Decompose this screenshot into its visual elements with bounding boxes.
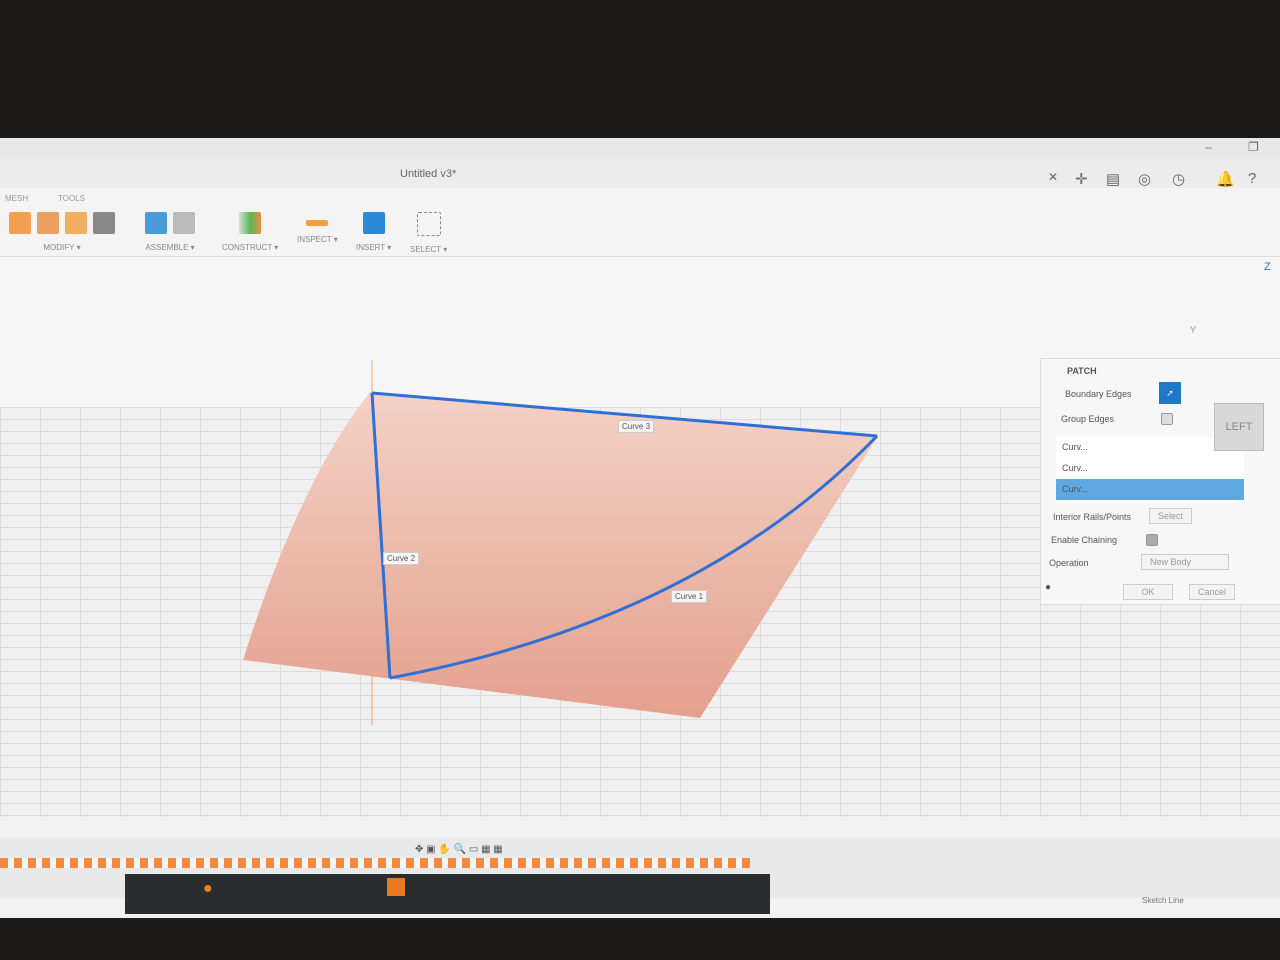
interior-select-button[interactable]: Select: [1149, 508, 1193, 524]
patch-surface[interactable]: [243, 392, 878, 718]
tab-mesh[interactable]: MESH: [5, 194, 28, 203]
minimize-button[interactable]: –: [1205, 140, 1212, 154]
chaining-label: Enable Chaining: [1051, 535, 1118, 545]
comments-icon[interactable]: ▤: [1106, 170, 1120, 188]
sync-icon[interactable]: ◎: [1138, 170, 1151, 188]
view-cube[interactable]: LEFT: [1214, 403, 1264, 451]
select-group[interactable]: SELECT ▾: [410, 212, 447, 254]
y-axis-label: Y: [1190, 325, 1197, 335]
document-title: Untitled v3*: [400, 168, 457, 180]
fusion-taskbar-icon[interactable]: [387, 878, 405, 896]
close-tab-icon[interactable]: ✕: [1048, 170, 1058, 184]
cancel-button[interactable]: Cancel: [1189, 584, 1236, 600]
modify-group[interactable]: MODIFY ▾: [6, 212, 118, 252]
info-icon[interactable]: ●: [1045, 582, 1051, 593]
operation-dropdown[interactable]: New Body: [1141, 554, 1229, 570]
construct-group[interactable]: CONSTRUCT ▾: [222, 212, 278, 252]
select-box-icon: [416, 212, 441, 236]
windows-taskbar: ●: [125, 874, 770, 914]
help-icon[interactable]: ?: [1248, 170, 1256, 187]
assemble-group[interactable]: ASSEMBLE ▾: [142, 212, 198, 252]
fusion-window: – ❐ Untitled v3* ✕ ✛ ▤ ◎ ◷ 🔔 ? MESH TOOL…: [0, 138, 1280, 918]
operation-label: Operation: [1049, 558, 1089, 568]
tab-tools[interactable]: TOOLS: [58, 194, 85, 203]
group-edges-label: Group Edges: [1061, 414, 1115, 424]
image-icon: [362, 212, 385, 234]
title-bar: Untitled v3* ✕ ✛ ▤ ◎ ◷ 🔔 ?: [0, 158, 1280, 188]
list-item[interactable]: Curv...: [1056, 458, 1244, 479]
curve-3-label: Curve 3: [618, 420, 655, 433]
measure-icon: [306, 220, 329, 226]
maximize-button[interactable]: ❐: [1248, 140, 1259, 154]
boundary-edges-label: Boundary Edges: [1065, 389, 1132, 399]
ok-button[interactable]: OK: [1123, 584, 1173, 600]
window-bar: – ❐: [0, 138, 1280, 158]
timeline-features[interactable]: [0, 858, 750, 868]
patch-dialog: PATCH Boundary Edges ➚ Group Edges Curv.…: [1040, 358, 1280, 605]
model-svg: [243, 360, 879, 725]
inspect-group[interactable]: INSPECT ▾: [297, 212, 338, 244]
status-text: Sketch Line: [1142, 896, 1184, 905]
group-edges-checkbox[interactable]: [1161, 413, 1173, 425]
curve-1-label: Curve 1: [671, 590, 708, 603]
toolbar-ribbon: MESH TOOLS MODIFY ▾ ASSEMBLE ▾ CONSTRUCT…: [0, 188, 1280, 257]
boundary-edges-select[interactable]: ➚: [1159, 382, 1181, 404]
curve-2-label: Curve 2: [383, 552, 420, 565]
navigation-toolbar[interactable]: ✥ ▣ ✋ 🔍 ▭ ▦ ▦: [415, 844, 503, 855]
chaining-checkbox[interactable]: [1146, 534, 1158, 546]
insert-group[interactable]: INSERT ▾: [356, 212, 391, 252]
notifications-icon[interactable]: 🔔: [1216, 170, 1235, 188]
jobs-icon[interactable]: ◷: [1172, 170, 1185, 188]
chrome-icon[interactable]: ●: [203, 880, 213, 898]
z-axis-label: Z: [1264, 261, 1271, 273]
dialog-title: PATCH: [1067, 366, 1097, 376]
interior-rails-label: Interior Rails/Points: [1053, 512, 1132, 522]
list-item[interactable]: Curv...: [1056, 479, 1244, 500]
new-tab-icon[interactable]: ✛: [1075, 170, 1088, 188]
